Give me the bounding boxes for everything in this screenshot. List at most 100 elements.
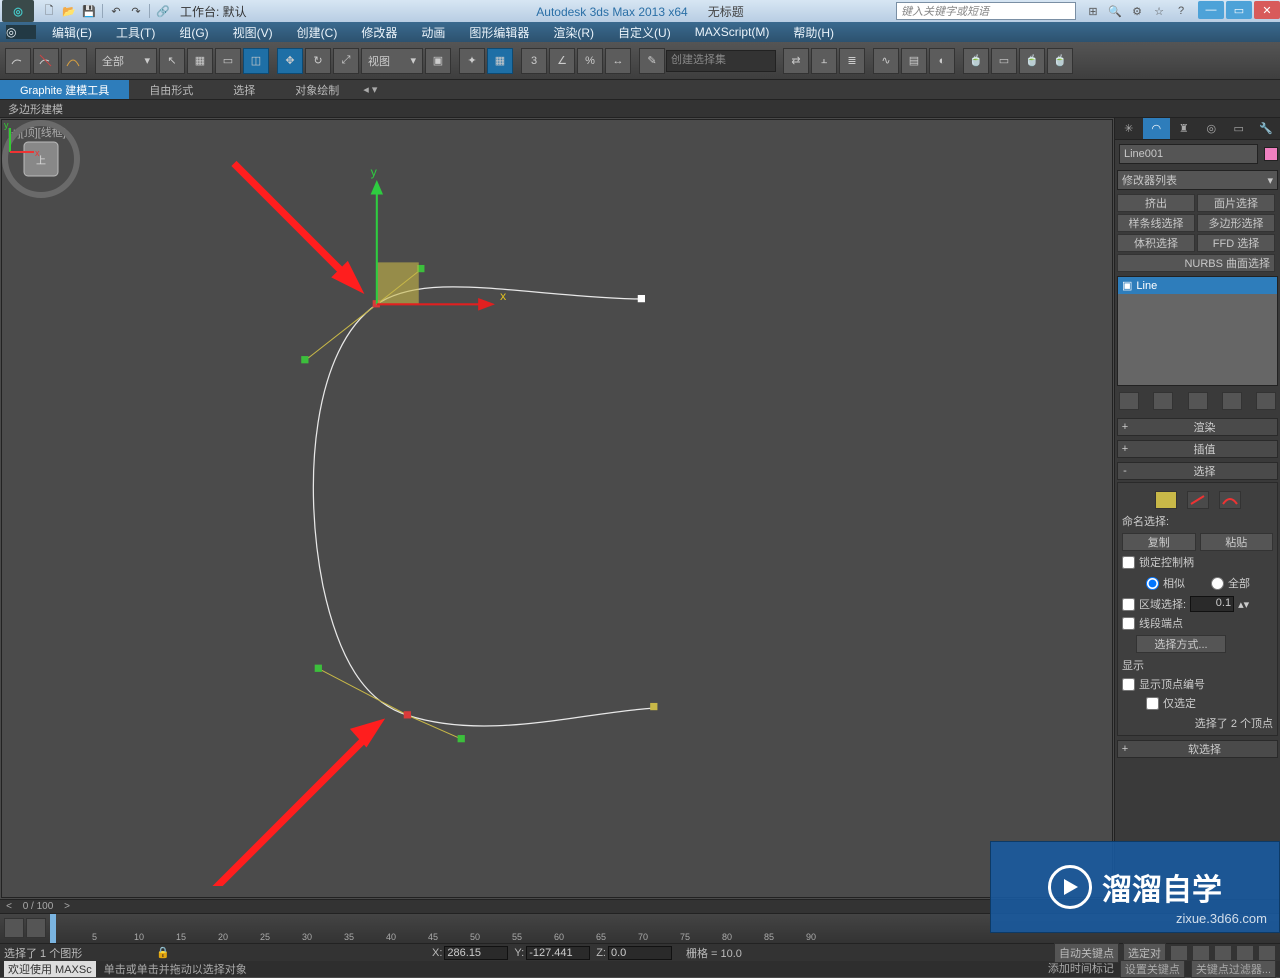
scale-icon[interactable]: ⤢ (333, 48, 359, 74)
y-value[interactable]: -127.441 (526, 946, 590, 960)
menu-help[interactable]: 帮助(H) (781, 22, 846, 42)
selection-filter[interactable]: 全部▾ (95, 48, 157, 74)
time-ruler[interactable]: 0510 152025 303540 455055 606570 758085 … (50, 914, 980, 943)
menu-tools[interactable]: 工具(T) (104, 22, 167, 42)
menu-render[interactable]: 渲染(R) (541, 22, 606, 42)
ribbon-select[interactable]: 选择 (213, 80, 275, 99)
rotate-icon[interactable]: ↻ (305, 48, 331, 74)
align-icon[interactable]: ⫠ (811, 48, 837, 74)
workspace-label[interactable]: 工作台: 默认 (180, 3, 247, 20)
rollout-soft[interactable]: +软选择 (1117, 740, 1278, 758)
snap-toggle-icon[interactable]: 3 (521, 48, 547, 74)
menu-anim[interactable]: 动画 (409, 22, 457, 42)
stack-line-item[interactable]: ▣Line (1118, 277, 1277, 294)
menu-maxscript[interactable]: MAXScript(M) (683, 22, 782, 42)
cp-util-icon[interactable]: 🔧 (1253, 118, 1280, 139)
all-radio[interactable] (1211, 577, 1224, 590)
ribbon-objpaint[interactable]: 对象绘制 (275, 80, 359, 99)
menu-view[interactable]: 视图(V) (221, 22, 285, 42)
undo-icon[interactable]: ↶ (107, 3, 125, 19)
favorites-icon[interactable]: ☆ (1150, 2, 1168, 20)
menu-modifier[interactable]: 修改器 (349, 22, 409, 42)
move-icon[interactable]: ✥ (277, 48, 303, 74)
subobj-segment[interactable] (1187, 491, 1209, 509)
ref-coord-dropdown[interactable]: 视图▾ (361, 48, 423, 74)
bind-icon[interactable] (61, 48, 87, 74)
exchange-icon[interactable]: ⊞ (1084, 2, 1102, 20)
schematic-icon[interactable]: ▤ (901, 48, 927, 74)
ribbon-more-icon[interactable]: ◂ ▾ (363, 83, 377, 96)
cp-motion-icon[interactable]: ◎ (1198, 118, 1226, 139)
object-color-swatch[interactable] (1264, 147, 1278, 161)
mod-extrude[interactable]: 挤出 (1117, 194, 1195, 212)
render-icon[interactable]: 🍵 (1019, 48, 1045, 74)
rollout-select[interactable]: -选择 (1117, 462, 1278, 480)
ribbon-freeform[interactable]: 自由形式 (129, 80, 213, 99)
play-icon[interactable] (1214, 945, 1232, 961)
render-prod-icon[interactable]: 🍵 (1047, 48, 1073, 74)
z-value[interactable]: 0.0 (608, 946, 672, 960)
show-vnum-checkbox[interactable] (1122, 678, 1135, 691)
open-icon[interactable]: 📂 (60, 3, 78, 19)
paste-button[interactable]: 粘贴 (1200, 533, 1274, 551)
cp-hierarchy-icon[interactable]: ♜ (1170, 118, 1198, 139)
region-checkbox[interactable] (1122, 598, 1135, 611)
next-frame-icon[interactable] (1236, 945, 1254, 961)
mod-nurbs[interactable]: NURBS 曲面选择 (1117, 254, 1275, 272)
curve-editor-icon[interactable]: ∿ (873, 48, 899, 74)
maximize-button[interactable]: ▭ (1226, 1, 1252, 19)
edit-named-sel-icon[interactable]: ✎ (639, 48, 665, 74)
goto-start-icon[interactable] (1170, 945, 1188, 961)
mod-splinesel[interactable]: 样条线选择 (1117, 214, 1195, 232)
pivot-icon[interactable]: ▣ (425, 48, 451, 74)
redo-icon[interactable]: ↷ (127, 3, 145, 19)
remove-icon[interactable] (1222, 392, 1242, 410)
menu-customize[interactable]: 自定义(U) (606, 22, 683, 42)
create-selection-set[interactable]: 创建选择集 (666, 50, 776, 72)
key-tool-icon[interactable] (26, 918, 46, 938)
region-value[interactable]: 0.1 (1190, 596, 1234, 612)
timeline-fwd-icon[interactable]: > (58, 901, 76, 912)
cp-create-icon[interactable]: ✳ (1115, 118, 1143, 139)
lock-handles-checkbox[interactable] (1122, 556, 1135, 569)
add-timetag[interactable]: 添加时间标记 (1048, 960, 1114, 978)
menu-grapheditor[interactable]: 图形编辑器 (457, 22, 541, 42)
select-by-button[interactable]: 选择方式... (1136, 635, 1226, 653)
goto-end-icon[interactable] (1258, 945, 1276, 961)
window-crossing-icon[interactable]: ◫ (243, 48, 269, 74)
similar-radio[interactable] (1146, 577, 1159, 590)
menu-create[interactable]: 创建(C) (285, 22, 350, 42)
mirror-icon[interactable]: ⇄ (783, 48, 809, 74)
menu-group[interactable]: 组(G) (167, 22, 220, 42)
rollout-render[interactable]: +渲染 (1117, 418, 1278, 436)
app-logo[interactable]: ◎ (2, 0, 34, 22)
mod-patchsel[interactable]: 面片选择 (1197, 194, 1275, 212)
config-icon[interactable] (1256, 392, 1276, 410)
lock-icon[interactable]: 🔒 (154, 946, 172, 959)
timeline-back-icon[interactable]: < (0, 901, 18, 912)
copy-button[interactable]: 复制 (1122, 533, 1196, 551)
keyboard-shortcut-icon[interactable]: ▦ (487, 48, 513, 74)
spinner-icon[interactable]: ▴▾ (1238, 598, 1249, 611)
link-icon[interactable]: 🔗 (154, 3, 172, 19)
subobj-spline[interactable] (1219, 491, 1241, 509)
mod-ffdsel[interactable]: FFD 选择 (1197, 234, 1275, 252)
pin-icon[interactable] (1119, 392, 1139, 410)
mat-editor-icon[interactable]: ◐ (929, 48, 955, 74)
prev-frame-icon[interactable] (1192, 945, 1210, 961)
set-key-button[interactable]: 设置关键点 (1120, 960, 1185, 978)
render-frame-icon[interactable]: ▭ (991, 48, 1017, 74)
close-button[interactable]: ✕ (1254, 1, 1280, 19)
manip-icon[interactable]: ✦ (459, 48, 485, 74)
app-menu[interactable]: ◎ (6, 25, 36, 39)
unlink-icon[interactable] (33, 48, 59, 74)
render-setup-icon[interactable]: 🍵 (963, 48, 989, 74)
key-mode-icon[interactable] (4, 918, 24, 938)
cp-modify-icon[interactable]: ◠ (1143, 118, 1171, 139)
show-end-icon[interactable] (1153, 392, 1173, 410)
percent-snap-icon[interactable]: % (577, 48, 603, 74)
help-icon[interactable]: ? (1172, 2, 1190, 20)
minimize-button[interactable]: — (1198, 1, 1224, 19)
modifier-stack[interactable]: ▣Line (1117, 276, 1278, 386)
object-name-field[interactable]: Line001 (1119, 144, 1258, 164)
